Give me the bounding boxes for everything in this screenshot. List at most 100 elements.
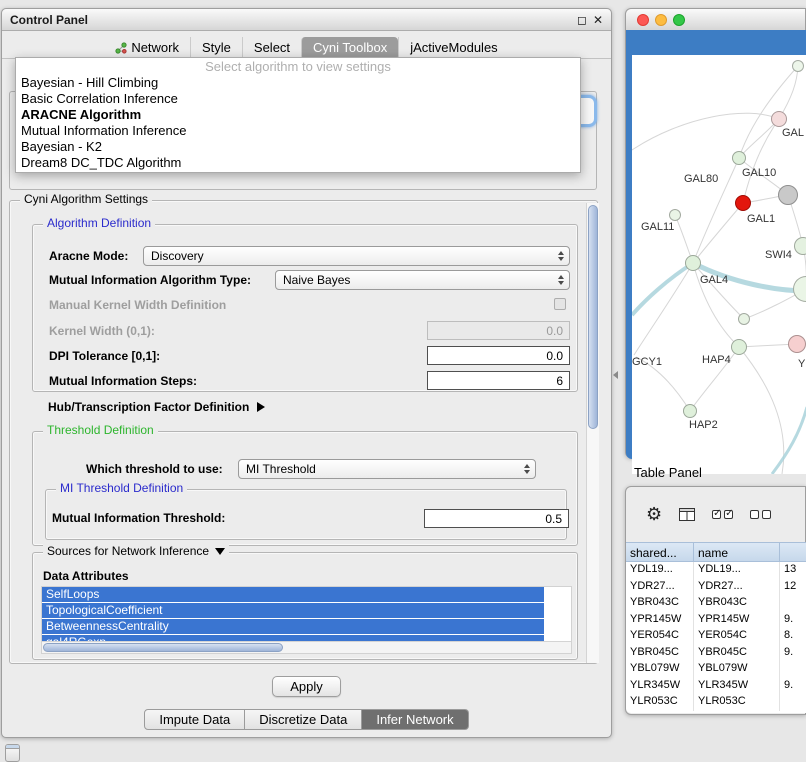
sources-expander[interactable]: Sources for Network Inference xyxy=(43,544,229,558)
network-view-frame: GALGAL80GAL10GAL11GAL1SWI4GAL4GCY1HAP4YH… xyxy=(626,30,806,459)
table-cell: YBR045C xyxy=(626,645,694,662)
table-cell: YDR27... xyxy=(626,579,694,596)
select-all-columns-icon[interactable] xyxy=(712,510,733,519)
algorithm-option-aracne-algorithm[interactable]: ARACNE Algorithm xyxy=(16,107,580,123)
table-row[interactable]: YLR053CYLR053C xyxy=(626,694,806,711)
network-window-titlebar[interactable] xyxy=(626,9,805,31)
graph-node[interactable] xyxy=(669,209,681,221)
table-row[interactable]: YBL079WYBL079W xyxy=(626,661,806,678)
mi-threshold-definition-title: MI Threshold Definition xyxy=(56,481,187,495)
data-attributes-items: SelfLoopsTopologicalCoefficientBetweenne… xyxy=(42,587,571,641)
kernel-width-input[interactable]: 0.0 xyxy=(427,321,570,340)
tab-cyni-toolbox[interactable]: Cyni Toolbox xyxy=(301,37,398,58)
cyni-algorithm-settings-group: Cyni Algorithm Settings Algorithm Defini… xyxy=(9,200,598,664)
tab-jactivemodules[interactable]: jActiveModules xyxy=(398,37,508,58)
algorithm-option-dream8-dc-tdc-algorithm[interactable]: Dream8 DC_TDC Algorithm xyxy=(16,155,580,171)
table-row[interactable]: YLR345WYLR345W9. xyxy=(626,678,806,695)
window-traffic-lights xyxy=(637,14,685,26)
table-row[interactable]: YPR145WYPR145W9. xyxy=(626,612,806,629)
settings-scrollbar[interactable] xyxy=(586,203,599,663)
table-cell: 8. xyxy=(780,628,806,645)
settings-gear-icon[interactable]: ⚙ xyxy=(646,505,662,523)
aracne-mode-select[interactable]: Discovery xyxy=(143,246,570,266)
mi-threshold-input[interactable]: 0.5 xyxy=(424,509,569,528)
table-cell: 9. xyxy=(780,612,806,629)
node-label-gal10: GAL10 xyxy=(742,167,776,179)
close-icon[interactable]: ✕ xyxy=(593,12,603,28)
graph-node[interactable] xyxy=(792,60,804,72)
hub-definition-expander[interactable]: Hub/Transcription Factor Definition xyxy=(48,400,265,414)
desktop: Control Panel ◻ ✕ NetworkStyleSelectCyni… xyxy=(0,0,806,762)
table-row[interactable]: YBR043CYBR043C xyxy=(626,595,806,612)
table-row[interactable]: YER054CYER054C8. xyxy=(626,628,806,645)
column-header-shared[interactable]: shared... xyxy=(626,543,694,561)
graph-node[interactable] xyxy=(794,237,806,255)
window-title: Control Panel xyxy=(10,13,88,27)
graph-node[interactable] xyxy=(731,339,747,355)
network-canvas[interactable]: GALGAL80GAL10GAL11GAL1SWI4GAL4GCY1HAP4YH… xyxy=(632,55,806,474)
graph-node[interactable] xyxy=(685,255,701,271)
minimize-traffic-icon[interactable] xyxy=(655,14,667,26)
dpi-tolerance-input[interactable]: 0.0 xyxy=(427,346,570,365)
column-view-icon[interactable] xyxy=(679,508,695,521)
attribute-betweennesscentrality[interactable]: BetweennessCentrality xyxy=(42,619,544,634)
graph-node[interactable] xyxy=(788,335,806,353)
settings-scrollbar-thumb[interactable] xyxy=(588,205,598,429)
graph-node[interactable] xyxy=(771,111,787,127)
tab-network[interactable]: Network xyxy=(104,37,190,58)
tab-impute-data[interactable]: Impute Data xyxy=(144,709,245,730)
graph-node[interactable] xyxy=(738,313,750,325)
table-row[interactable]: YDR27...YDR27...12 xyxy=(626,579,806,596)
mi-steps-label: Mutual Information Steps: xyxy=(49,374,197,388)
graph-node[interactable] xyxy=(683,404,697,418)
algorithm-option-mutual-information-inference[interactable]: Mutual Information Inference xyxy=(16,123,580,139)
horizontal-scrollbar-thumb[interactable] xyxy=(43,643,283,652)
minimized-window-icon[interactable] xyxy=(5,744,20,762)
table-cell: YDL19... xyxy=(626,562,694,579)
threshold-definition-group: Threshold Definition Which threshold to … xyxy=(32,431,578,546)
tab-style[interactable]: Style xyxy=(190,37,242,58)
table-cell xyxy=(780,694,806,711)
deselect-all-columns-icon[interactable] xyxy=(750,510,771,519)
manual-kernel-width-checkbox[interactable] xyxy=(554,298,566,310)
which-threshold-select[interactable]: MI Threshold xyxy=(238,459,536,479)
node-label-gal4: GAL4 xyxy=(700,274,728,286)
panel-splitter-handle[interactable] xyxy=(613,371,618,379)
table-cell: 13 xyxy=(780,562,806,579)
close-traffic-icon[interactable] xyxy=(637,14,649,26)
tab-discretize-data[interactable]: Discretize Data xyxy=(245,709,362,730)
column-header-2[interactable] xyxy=(780,543,806,561)
algorithm-option-bayesian-k2[interactable]: Bayesian - K2 xyxy=(16,139,580,155)
apply-button[interactable]: Apply xyxy=(272,676,341,697)
mi-steps-input[interactable]: 6 xyxy=(427,371,570,390)
table-body[interactable]: YDL19...YDL19...13YDR27...YDR27...12YBR0… xyxy=(626,562,806,713)
algorithm-option-bayesian-hill-climbing[interactable]: Bayesian - Hill Climbing xyxy=(16,75,580,91)
spinner-arrows-icon xyxy=(524,464,530,474)
tab-label: jActiveModules xyxy=(410,40,497,55)
mi-algorithm-type-select[interactable]: Naive Bayes xyxy=(275,270,570,290)
cyni-bottom-tab-bar: Impute DataDiscretize DataInfer Network xyxy=(2,709,611,730)
sources-title: Sources for Network Inference xyxy=(47,544,209,558)
window-buttons: ◻ ✕ xyxy=(577,12,603,28)
tab-infer-network[interactable]: Infer Network xyxy=(362,709,468,730)
table-row[interactable]: YDL19...YDL19...13 xyxy=(626,562,806,579)
attribute-selfloops[interactable]: SelfLoops xyxy=(42,587,544,602)
table-cell: 12 xyxy=(780,579,806,596)
algorithm-option-basic-correlation-inference[interactable]: Basic Correlation Inference xyxy=(16,91,580,107)
tab-label: Network xyxy=(131,40,179,55)
control-panel-titlebar[interactable]: Control Panel ◻ ✕ xyxy=(2,9,611,31)
horizontal-scrollbar[interactable] xyxy=(42,641,571,653)
table-row[interactable]: YBR045CYBR045C9. xyxy=(626,645,806,662)
zoom-traffic-icon[interactable] xyxy=(673,14,685,26)
graph-node[interactable] xyxy=(732,151,746,165)
column-header-name[interactable]: name xyxy=(694,543,780,561)
graph-node[interactable] xyxy=(735,195,751,211)
tab-select[interactable]: Select xyxy=(242,37,301,58)
sources-group: Sources for Network Inference Data Attri… xyxy=(32,552,578,660)
float-window-icon[interactable]: ◻ xyxy=(577,12,587,28)
graph-node[interactable] xyxy=(778,185,798,205)
attribute-topologicalcoefficient[interactable]: TopologicalCoefficient xyxy=(42,603,544,618)
data-attributes-list[interactable]: SelfLoopsTopologicalCoefficientBetweenne… xyxy=(41,586,572,654)
manual-kernel-width-label: Manual Kernel Width Definition xyxy=(49,298,226,312)
table-cell: YLR345W xyxy=(694,678,780,695)
